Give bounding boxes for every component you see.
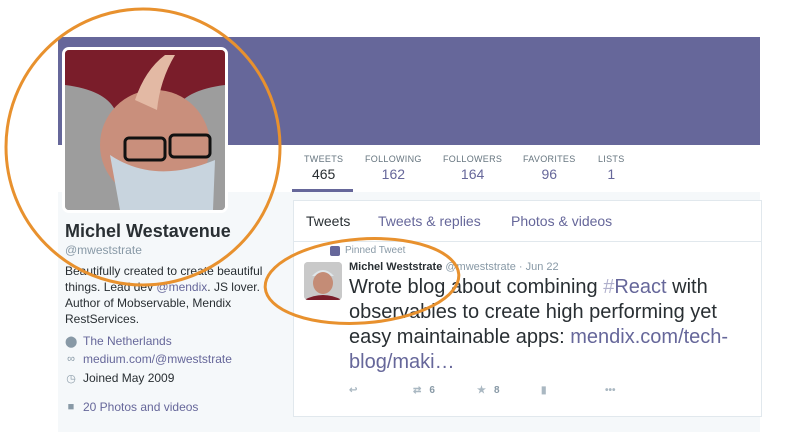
tweet-author-handle[interactable]: @mweststrate	[445, 261, 515, 273]
tweet-author-avatar[interactable]	[304, 262, 342, 300]
analytics-button[interactable]: ▮	[541, 385, 605, 396]
bar-chart-icon: ▮	[541, 385, 547, 396]
hashtag-link[interactable]: #React	[603, 276, 666, 298]
pinned-text: Pinned Tweet	[345, 245, 406, 256]
profile-photos: ■ 20 Photos and videos	[65, 400, 199, 414]
tweet-avatar-photo	[304, 262, 342, 300]
stat-followers[interactable]: FOLLOWERS 164	[443, 154, 502, 182]
link-icon: ∞	[67, 353, 75, 365]
pin-icon	[330, 245, 340, 256]
website-link[interactable]: medium.com/@mweststrate	[83, 352, 232, 366]
tweet-text-start: Wrote blog about combining	[349, 276, 604, 298]
retweet-icon: ⇄	[413, 385, 422, 396]
profile-location: ⬤ The Netherlands	[65, 334, 172, 348]
hash-symbol: #	[603, 276, 615, 298]
location-pin-icon: ⬤	[65, 335, 78, 348]
retweet-button[interactable]: ⇄ 6	[413, 385, 477, 396]
profile-joined: ◷ Joined May 2009	[65, 371, 174, 385]
stat-lists[interactable]: LISTS 1	[598, 154, 625, 182]
photos-link[interactable]: 20 Photos and videos	[83, 400, 198, 414]
favorite-button[interactable]: ★ 8	[477, 385, 541, 396]
profile-name: Michel Westavenue	[65, 221, 231, 241]
more-dots-icon: •••	[605, 385, 616, 396]
profile-website: ∞ medium.com/@mweststrate	[65, 352, 232, 366]
tab-tweets[interactable]: Tweets	[306, 213, 350, 229]
stat-following[interactable]: FOLLOWING 162	[365, 154, 422, 182]
avatar-photo	[65, 50, 225, 210]
profile-avatar[interactable]	[62, 47, 228, 213]
tweet-actions: ↩ ⇄ 6 ★ 8 ▮ •••	[349, 385, 669, 396]
tab-tweets-replies[interactable]: Tweets & replies	[378, 213, 481, 229]
hashtag-text: React	[614, 276, 667, 298]
favorite-count: 8	[493, 385, 500, 396]
tweet-text: Wrote blog about combining #React with o…	[349, 275, 754, 375]
reply-button[interactable]: ↩	[349, 385, 413, 396]
star-icon: ★	[477, 385, 486, 396]
more-button[interactable]: •••	[605, 385, 669, 396]
stat-tweets[interactable]: TWEETS 465	[304, 154, 343, 182]
retweet-count: 6	[429, 385, 435, 396]
tweet-author-name[interactable]: Michel Weststrate	[349, 261, 442, 273]
pinned-label: Pinned Tweet	[330, 245, 405, 256]
clock-icon: ◷	[66, 372, 76, 385]
tweet-header: Michel Weststrate @mweststrate · Jun 22	[349, 261, 559, 273]
bio-mention-link[interactable]: @mendix	[156, 280, 207, 294]
reply-icon: ↩	[349, 385, 358, 396]
camera-icon: ■	[67, 401, 75, 413]
tab-photos-videos[interactable]: Photos & videos	[511, 213, 612, 229]
active-stat-indicator	[292, 189, 353, 192]
location-link[interactable]: The Netherlands	[83, 334, 172, 348]
stat-favorites[interactable]: FAVORITES 96	[523, 154, 576, 182]
profile-bio: Beautifully created to create beautiful …	[65, 263, 265, 327]
tweet-date[interactable]: · Jun 22	[519, 261, 559, 273]
timeline-tabs: Tweets Tweets & replies Photos & videos	[294, 201, 761, 242]
timeline-panel: Tweets Tweets & replies Photos & videos …	[293, 200, 762, 417]
profile-handle[interactable]: @mweststrate	[65, 243, 142, 257]
joined-date: Joined May 2009	[83, 371, 175, 385]
